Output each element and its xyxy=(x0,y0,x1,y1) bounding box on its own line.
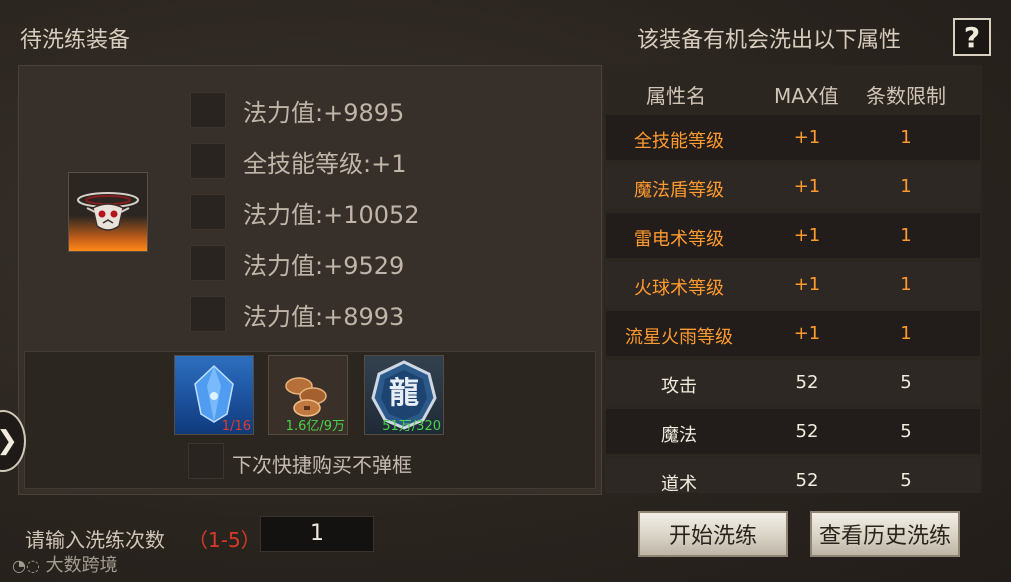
table-row: 火球术等级 +1 1 xyxy=(606,262,980,307)
attribute-lock-checkbox[interactable] xyxy=(190,143,226,179)
refine-panel: 待洗练装备 该装备有机会洗出以下属性 ? 法力值:+9895 全技能等级:+1 … xyxy=(0,0,1011,582)
watermark: ◔◌ 大数跨境 xyxy=(12,551,118,577)
row-limit-cell: 1 xyxy=(900,323,912,344)
attribute-text: 全技能等级:+1 xyxy=(243,149,407,178)
max-value-cell: +1 xyxy=(793,176,821,197)
header-row-limit: 条数限制 xyxy=(866,84,946,108)
attribute-name-cell: 道术 xyxy=(661,474,697,495)
table-row: 攻击 52 5 xyxy=(606,360,980,405)
material-count: 1.6亿/9万 xyxy=(285,419,345,434)
attribute-name-cell: 魔法 xyxy=(661,425,697,446)
max-value-cell: +1 xyxy=(793,274,821,295)
attribute-row: 全技能等级:+1 xyxy=(190,141,406,181)
max-value-cell: 52 xyxy=(795,470,819,491)
attribute-row: 法力值:+9895 xyxy=(190,90,404,130)
max-value-cell: 52 xyxy=(795,421,819,442)
attribute-row: 法力值:+8993 xyxy=(190,294,404,334)
demon-mask-ring-icon[interactable] xyxy=(68,172,148,252)
row-limit-cell: 5 xyxy=(900,372,912,393)
attribute-lock-checkbox[interactable] xyxy=(190,92,226,128)
view-history-button[interactable]: 查看历史洗练 xyxy=(810,511,960,557)
help-button[interactable]: ? xyxy=(953,18,991,56)
attribute-text: 法力值:+8993 xyxy=(243,302,405,331)
material-count: 51万/320 xyxy=(382,419,441,434)
attribute-lock-checkbox[interactable] xyxy=(190,245,226,281)
max-value-cell: +1 xyxy=(793,323,821,344)
dragon-token-glyph: 龍 xyxy=(389,376,419,411)
row-limit-cell: 1 xyxy=(900,127,912,148)
max-value-cell: +1 xyxy=(793,127,821,148)
table-row: 魔法盾等级 +1 1 xyxy=(606,164,980,209)
table-row: 全技能等级 +1 1 xyxy=(606,115,980,160)
attribute-lock-checkbox[interactable] xyxy=(190,194,226,230)
start-refine-button[interactable]: 开始洗练 xyxy=(638,511,788,557)
table-row: 道术 52 5 xyxy=(606,458,980,495)
material-slot-coins[interactable]: 1.6亿/9万 xyxy=(268,355,348,435)
max-value-cell: +1 xyxy=(793,225,821,246)
row-limit-cell: 5 xyxy=(900,470,912,491)
attribute-name-cell: 全技能等级 xyxy=(634,131,724,152)
watermark-text: 大数跨境 xyxy=(45,555,118,576)
row-limit-cell: 5 xyxy=(900,421,912,442)
table-row: 雷电术等级 +1 1 xyxy=(606,213,980,258)
table-row: 魔法 52 5 xyxy=(606,409,980,454)
watermark-logo-icon: ◔◌ xyxy=(12,556,40,575)
attribute-row: 法力值:+10052 xyxy=(190,192,420,232)
row-limit-cell: 1 xyxy=(900,176,912,197)
material-slot-dragon[interactable]: 龍 51万/320 xyxy=(364,355,444,435)
attribute-name-cell: 雷电术等级 xyxy=(634,229,724,250)
attribute-name-cell: 魔法盾等级 xyxy=(634,180,724,201)
row-limit-cell: 1 xyxy=(900,274,912,295)
refine-count-label: 请输入洗练次数 xyxy=(25,528,165,552)
max-value-cell: 52 xyxy=(795,372,819,393)
attribute-name-cell: 火球术等级 xyxy=(634,278,724,299)
table-row: 流星火雨等级 +1 1 xyxy=(606,311,980,356)
header-max-value: MAX值 xyxy=(774,84,839,108)
material-slot-crystal[interactable]: 1/16 xyxy=(174,355,254,435)
no-popup-checkbox[interactable] xyxy=(188,443,224,479)
attribute-row: 法力值:+9529 xyxy=(190,243,404,283)
attribute-name-cell: 流星火雨等级 xyxy=(625,327,733,348)
possible-attributes-title: 该装备有机会洗出以下属性 xyxy=(637,28,902,53)
header-attribute-name: 属性名 xyxy=(646,84,706,108)
attribute-text: 法力值:+10052 xyxy=(243,200,420,229)
pending-equipment-title: 待洗练装备 xyxy=(20,28,131,53)
attribute-lock-checkbox[interactable] xyxy=(190,296,226,332)
row-limit-cell: 1 xyxy=(900,225,912,246)
attribute-name-cell: 攻击 xyxy=(661,376,697,397)
attribute-text: 法力值:+9529 xyxy=(243,251,405,280)
refine-count-input[interactable]: 1 xyxy=(260,516,374,552)
material-count: 1/16 xyxy=(221,419,251,434)
no-popup-label: 下次快捷购买不弹框 xyxy=(232,453,412,477)
attribute-text: 法力值:+9895 xyxy=(243,98,405,127)
refine-count-range: （1-5） xyxy=(188,528,261,552)
